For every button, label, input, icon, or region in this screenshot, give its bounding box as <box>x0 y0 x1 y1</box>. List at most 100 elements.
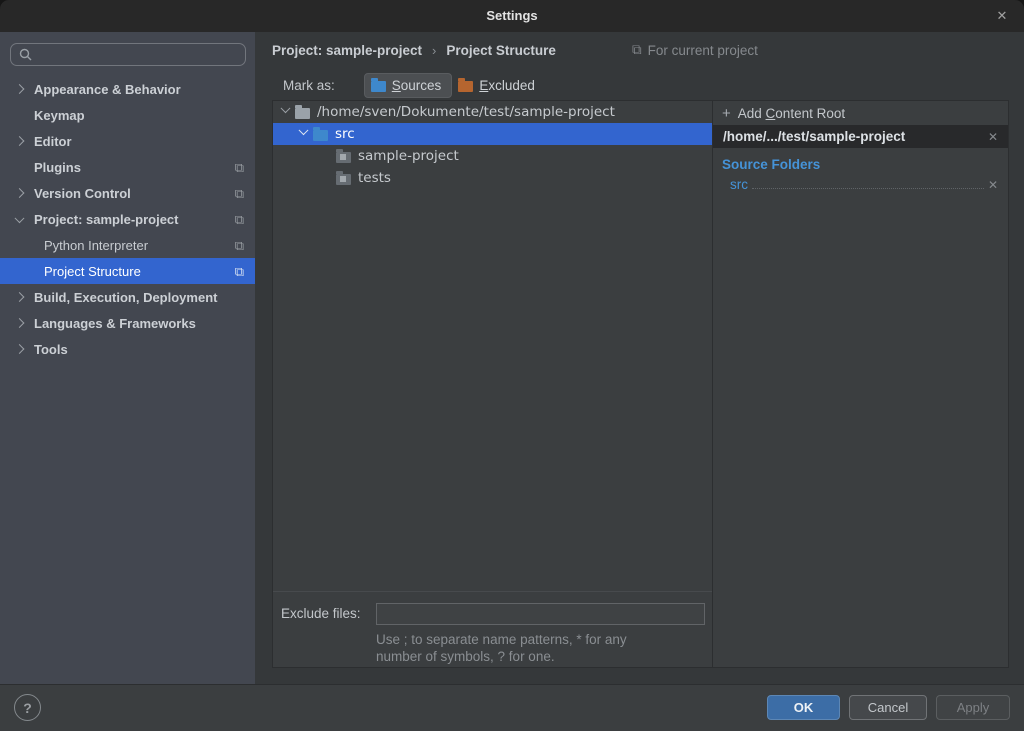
chevron-right-icon <box>15 188 25 198</box>
source-folder-name: src <box>730 177 748 192</box>
help-button[interactable]: ? <box>14 694 41 721</box>
tree-row-label: src <box>335 126 355 142</box>
source-folders-header: Source Folders <box>722 157 1008 172</box>
sidebar-item-appearance-behavior[interactable]: Appearance & Behavior <box>0 76 255 102</box>
sidebar-item-label: Editor <box>34 134 72 149</box>
exclude-files-label: Exclude files: <box>281 606 361 621</box>
tree-row-label: /home/sven/Dokumente/test/sample-project <box>317 104 615 120</box>
tree-row-tests[interactable]: tests <box>273 167 712 189</box>
search-icon <box>19 48 32 61</box>
sidebar-item-project-structure[interactable]: Project Structure ⧉ <box>0 258 255 284</box>
ok-button[interactable]: OK <box>767 695 840 720</box>
tree-row-content-root[interactable]: /home/sven/Dokumente/test/sample-project <box>273 101 712 123</box>
sidebar-item-label: Build, Execution, Deployment <box>34 290 217 305</box>
folder-icon <box>336 152 351 163</box>
sidebar-item-tools[interactable]: Tools <box>0 336 255 362</box>
tree-row-sample-project[interactable]: sample-project <box>273 145 712 167</box>
excluded-folder-icon <box>458 81 473 92</box>
sidebar-item-label: Project: sample-project <box>34 212 179 227</box>
sidebar-item-plugins[interactable]: Plugins ⧉ <box>0 154 255 180</box>
settings-content: Project: sample-project › Project Struct… <box>255 32 1024 684</box>
content-root-row[interactable]: /home/.../test/sample-project ✕ <box>713 125 1008 148</box>
exclude-files-input[interactable] <box>376 603 705 625</box>
sidebar-item-editor[interactable]: Editor <box>0 128 255 154</box>
sidebar-item-label: Version Control <box>34 186 131 201</box>
settings-dialog: Settings ✕ Appearance & Behavior Keymap <box>0 0 1024 731</box>
tree-row-label: sample-project <box>358 148 459 164</box>
chevron-down-icon[interactable] <box>281 103 291 113</box>
content-root-tree-panel: /home/sven/Dokumente/test/sample-project… <box>273 101 713 667</box>
chevron-down-icon[interactable] <box>299 125 309 135</box>
project-settings-icon: ⧉ <box>235 213 244 226</box>
settings-sidebar: Appearance & Behavior Keymap Editor Plug… <box>0 32 255 684</box>
chevron-right-icon <box>15 84 25 94</box>
breadcrumb-separator-icon: › <box>432 43 436 58</box>
tree-row-label: tests <box>358 170 391 186</box>
tree-row-src[interactable]: src <box>273 123 712 145</box>
dotted-leader <box>752 176 984 189</box>
sidebar-item-label: Tools <box>34 342 68 357</box>
dialog-footer: ? OK Cancel Apply <box>0 684 1024 731</box>
settings-nav: Appearance & Behavior Keymap Editor Plug… <box>0 76 255 362</box>
content-roots-panel: + Add Content Root /home/.../test/sample… <box>713 101 1008 667</box>
sidebar-item-label: Languages & Frameworks <box>34 316 196 331</box>
question-icon: ? <box>23 700 32 716</box>
sidebar-item-label: Python Interpreter <box>44 238 148 253</box>
mark-excluded-button[interactable]: Excluded <box>452 73 545 98</box>
sidebar-item-python-interpreter[interactable]: Python Interpreter ⧉ <box>0 232 255 258</box>
sidebar-item-label: Project Structure <box>44 264 141 279</box>
scope-note: ⧉ For current project <box>632 40 758 60</box>
mark-sources-button[interactable]: Sources <box>364 73 453 98</box>
sidebar-item-version-control[interactable]: Version Control ⧉ <box>0 180 255 206</box>
window-title: Settings <box>0 0 1024 32</box>
window-titlebar: Settings ✕ <box>0 0 1024 32</box>
scope-note-label: For current project <box>648 43 758 58</box>
project-settings-icon: ⧉ <box>235 239 244 252</box>
source-folder-icon <box>313 130 328 141</box>
sidebar-item-languages-frameworks[interactable]: Languages & Frameworks <box>0 310 255 336</box>
settings-search-input[interactable] <box>36 47 239 62</box>
exclude-hint-line2: number of symbols, ? for one. <box>376 649 555 664</box>
cancel-button[interactable]: Cancel <box>849 695 927 720</box>
source-folder-row[interactable]: src ✕ <box>730 176 998 192</box>
sidebar-item-label: Plugins <box>34 160 81 175</box>
mark-as-toolbar: Mark as: Sources Excluded <box>283 72 545 98</box>
mark-as-label: Mark as: <box>283 78 335 93</box>
sidebar-item-keymap[interactable]: Keymap <box>0 102 255 128</box>
project-structure-panels: /home/sven/Dokumente/test/sample-project… <box>272 100 1009 668</box>
dialog-buttons: OK Cancel Apply <box>767 695 1010 720</box>
sidebar-item-label: Appearance & Behavior <box>34 82 181 97</box>
sidebar-item-label: Keymap <box>34 108 85 123</box>
folder-icon <box>295 108 310 119</box>
folder-icon <box>336 174 351 185</box>
sidebar-item-build-execution-deployment[interactable]: Build, Execution, Deployment <box>0 284 255 310</box>
project-settings-icon: ⧉ <box>235 187 244 200</box>
sidebar-item-project-sample-project[interactable]: Project: sample-project ⧉ <box>0 206 255 232</box>
breadcrumb-project: Project: sample-project <box>272 43 422 58</box>
project-settings-icon: ⧉ <box>235 161 244 174</box>
breadcrumb: Project: sample-project › Project Struct… <box>272 40 556 60</box>
exclude-files-section: Exclude files: Use ; to separate name pa… <box>273 591 712 603</box>
settings-body: Appearance & Behavior Keymap Editor Plug… <box>0 32 1024 731</box>
add-content-root-button[interactable]: + Add Content Root <box>713 101 1008 125</box>
remove-source-folder-icon[interactable]: ✕ <box>988 178 998 192</box>
chevron-right-icon <box>15 292 25 302</box>
chevron-right-icon <box>15 344 25 354</box>
mark-sources-label: Sources <box>392 78 442 93</box>
chevron-right-icon <box>15 136 25 146</box>
chevron-right-icon <box>15 318 25 328</box>
exclude-hint-line1: Use ; to separate name patterns, * for a… <box>376 632 627 647</box>
breadcrumb-page: Project Structure <box>446 43 556 58</box>
add-content-root-label: Add Content Root <box>738 106 845 121</box>
mark-excluded-label: Excluded <box>479 78 535 93</box>
content-root-path: /home/.../test/sample-project <box>723 129 905 144</box>
close-icon[interactable]: ✕ <box>988 0 1016 32</box>
project-settings-icon: ⧉ <box>632 42 642 58</box>
plus-icon: + <box>722 106 731 121</box>
project-settings-icon: ⧉ <box>235 265 244 278</box>
apply-button[interactable]: Apply <box>936 695 1010 720</box>
chevron-down-icon <box>15 213 25 223</box>
settings-search-box[interactable] <box>10 43 246 66</box>
sources-folder-icon <box>371 81 386 92</box>
remove-content-root-icon[interactable]: ✕ <box>988 130 998 144</box>
